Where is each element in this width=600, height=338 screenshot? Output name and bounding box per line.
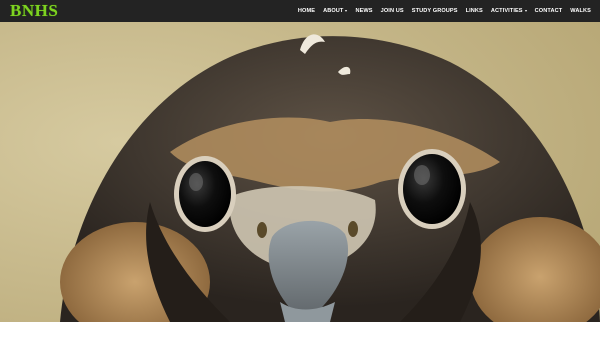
nav-item-contact[interactable]: CONTACT bbox=[535, 8, 563, 14]
site-header: BNHS HOME ABOUT NEWS JOIN US STUDY GROUP… bbox=[0, 0, 600, 22]
nav-item-home[interactable]: HOME bbox=[298, 8, 315, 14]
nav-item-activities[interactable]: ACTIVITIES bbox=[491, 8, 527, 14]
site-logo[interactable]: BNHS bbox=[10, 1, 58, 21]
main-nav: HOME ABOUT NEWS JOIN US STUDY GROUPS LIN… bbox=[298, 0, 591, 22]
nav-item-news[interactable]: NEWS bbox=[355, 8, 372, 14]
nav-item-study-groups[interactable]: STUDY GROUPS bbox=[412, 8, 458, 14]
nav-item-links[interactable]: LINKS bbox=[466, 8, 483, 14]
hero-image bbox=[0, 22, 600, 322]
nav-item-about[interactable]: ABOUT bbox=[323, 8, 348, 14]
nav-item-walks[interactable]: WALKS bbox=[570, 8, 591, 14]
chevron-down-icon bbox=[524, 10, 527, 12]
chevron-down-icon bbox=[345, 10, 348, 12]
falcon-photo bbox=[0, 22, 600, 322]
nav-item-join-us[interactable]: JOIN US bbox=[381, 8, 404, 14]
below-hero-strip bbox=[0, 322, 600, 338]
